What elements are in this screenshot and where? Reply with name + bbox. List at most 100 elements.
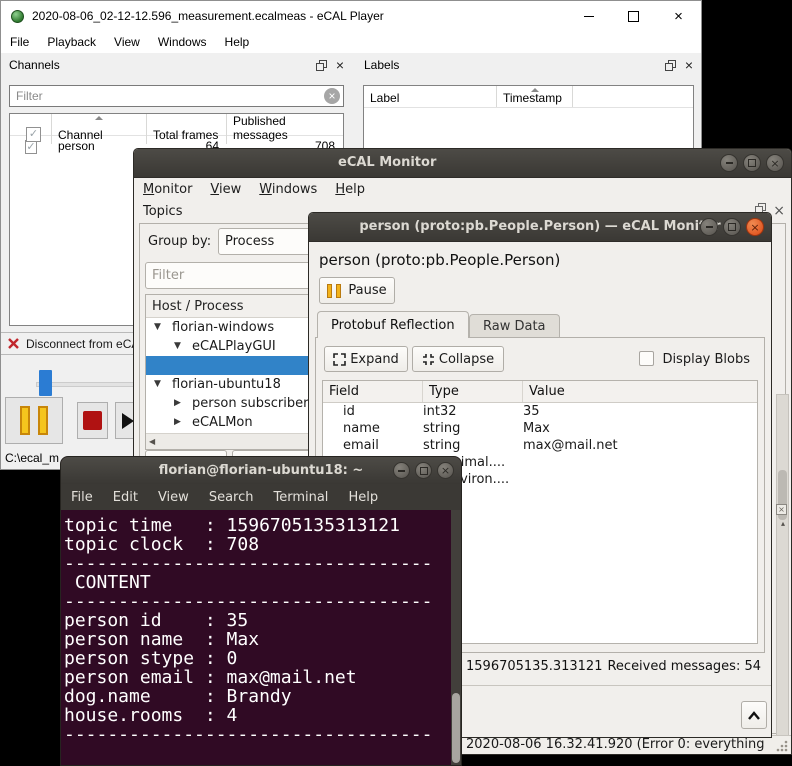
channels-header-total-frames[interactable]: Total frames — [147, 114, 227, 144]
pause-icon — [38, 406, 48, 435]
close-button[interactable]: × — [437, 462, 454, 479]
expand-arrow-icon[interactable]: ▶ — [174, 413, 181, 432]
pause-icon — [20, 406, 30, 435]
tab-protobuf-reflection[interactable]: Protobuf Reflection — [317, 311, 469, 338]
labels-panel-header[interactable]: Labels × — [356, 55, 701, 75]
minimize-button[interactable] — [393, 462, 410, 479]
labels-header-label[interactable]: Label — [364, 86, 497, 107]
message-timestamp: 1596705135.313121 — [466, 659, 603, 674]
labels-panel-title: Labels — [364, 58, 400, 72]
close-icon: × — [750, 220, 760, 234]
received-messages-count: Received messages: 54 — [607, 659, 761, 674]
column-field[interactable]: Field — [323, 381, 423, 402]
minimize-icon — [725, 162, 733, 164]
menu-windows[interactable]: Windows — [250, 182, 326, 197]
topics-dock-tab[interactable]: Topics — [143, 204, 182, 219]
collapse-arrow-icon[interactable]: ▼ — [174, 337, 181, 356]
menu-terminal[interactable]: Terminal — [263, 490, 338, 505]
minimize-button[interactable] — [720, 154, 738, 172]
expand-log-button[interactable] — [741, 701, 767, 729]
menu-help[interactable]: Help — [216, 35, 259, 49]
pause-button[interactable]: Pause — [319, 277, 395, 304]
close-button[interactable]: × — [746, 218, 764, 236]
channels-header-checkbox-cell[interactable]: ✓ — [10, 114, 52, 144]
pause-icon — [327, 283, 333, 298]
maximize-icon — [419, 466, 428, 475]
table-row[interactable]: email string max@mail.net — [323, 437, 757, 454]
menu-windows[interactable]: Windows — [149, 35, 216, 49]
pause-playback-button[interactable] — [5, 397, 63, 444]
stop-playback-button[interactable] — [77, 402, 108, 439]
maximize-button[interactable] — [723, 218, 741, 236]
collapse-arrow-icon[interactable]: ▼ — [154, 375, 161, 394]
scrollbar-handle[interactable] — [452, 693, 460, 763]
menu-file[interactable]: File — [61, 490, 103, 505]
monitor-titlebar[interactable]: eCAL Monitor × — [134, 149, 791, 178]
labels-header-timestamp[interactable]: Timestamp — [497, 86, 573, 107]
player-menubar: File Playback View Windows Help — [1, 31, 701, 53]
disconnect-label: Disconnect from eCAL — [26, 336, 147, 351]
expand-icon — [333, 352, 346, 366]
maximize-button[interactable] — [415, 462, 432, 479]
close-button[interactable]: × — [766, 154, 784, 172]
float-panel-icon[interactable] — [664, 59, 676, 71]
menu-file[interactable]: File — [1, 35, 38, 49]
detail-titlebar[interactable]: person (proto:pb.People.Person) — eCAL M… — [309, 213, 771, 242]
group-by-value: Process — [225, 234, 275, 249]
close-panel-icon[interactable]: × — [336, 58, 344, 72]
expand-button[interactable]: Expand — [324, 346, 408, 372]
select-all-checkbox[interactable]: ✓ — [26, 127, 41, 142]
playback-slider-handle[interactable] — [39, 370, 52, 396]
monitor-vertical-scrollbar[interactable] — [776, 394, 789, 739]
float-panel-icon[interactable] — [315, 59, 327, 71]
close-panel-icon[interactable]: × — [685, 58, 693, 72]
menu-view[interactable]: View — [201, 182, 250, 197]
terminal-output[interactable]: topic time : 1596705135313121 topic cloc… — [61, 510, 461, 765]
maximize-button[interactable] — [743, 154, 761, 172]
collapse-button[interactable]: Collapse — [412, 346, 504, 372]
menu-help[interactable]: Help — [338, 490, 388, 505]
menu-search[interactable]: Search — [199, 490, 264, 505]
column-value[interactable]: Value — [523, 381, 757, 402]
player-titlebar[interactable]: 2020-08-06_02-12-12.596_measurement.ecal… — [1, 1, 701, 31]
chevron-up-icon — [748, 710, 760, 720]
expand-arrow-icon[interactable]: ▶ — [174, 394, 181, 413]
channels-filter-input[interactable] — [9, 85, 344, 107]
table-row[interactable]: id int32 35 — [323, 403, 757, 420]
menu-playback[interactable]: Playback — [38, 35, 105, 49]
minimize-button[interactable] — [700, 218, 718, 236]
pause-icon — [336, 283, 342, 298]
close-dock-icon[interactable]: × — [773, 204, 785, 218]
collapse-arrow-icon[interactable]: ▼ — [154, 318, 161, 337]
minimize-icon — [398, 469, 405, 472]
close-dock-icon[interactable]: × — [776, 504, 787, 515]
table-row[interactable]: name string Max — [323, 420, 757, 437]
column-type[interactable]: Type — [423, 381, 523, 402]
menu-help[interactable]: Help — [326, 182, 374, 197]
ecal-player-app-icon — [11, 9, 24, 23]
close-icon: × — [674, 7, 683, 25]
minimize-button[interactable] — [566, 1, 611, 31]
menu-view[interactable]: View — [105, 35, 149, 49]
tab-raw-data[interactable]: Raw Data — [469, 314, 560, 338]
terminal-scrollbar[interactable] — [451, 510, 461, 765]
menu-edit[interactable]: Edit — [103, 490, 148, 505]
maximize-button[interactable] — [611, 1, 656, 31]
channels-header-published[interactable]: Published messages — [227, 114, 343, 144]
channels-header-channel[interactable]: Channel — [52, 114, 147, 144]
menu-monitor[interactable]: Monitor — [134, 182, 201, 197]
monitor-menubar: Monitor View Windows Help — [134, 177, 791, 202]
clear-filter-icon[interactable]: × — [324, 88, 340, 104]
playback-slider-track[interactable] — [36, 382, 148, 387]
sort-ascending-icon — [95, 116, 103, 120]
menu-view[interactable]: View — [148, 490, 199, 505]
resize-grip[interactable] — [775, 739, 789, 752]
maximize-icon — [628, 10, 639, 22]
channels-panel-header[interactable]: Channels × — [1, 55, 352, 75]
scroll-left-icon[interactable]: ◀ — [149, 437, 155, 446]
terminal-titlebar[interactable]: florian@florian-ubuntu18: ~ × — [61, 457, 461, 485]
group-by-label: Group by: — [148, 234, 212, 249]
display-blobs-checkbox[interactable] — [639, 351, 654, 366]
maximize-icon — [748, 159, 756, 167]
close-button[interactable]: × — [656, 1, 701, 31]
